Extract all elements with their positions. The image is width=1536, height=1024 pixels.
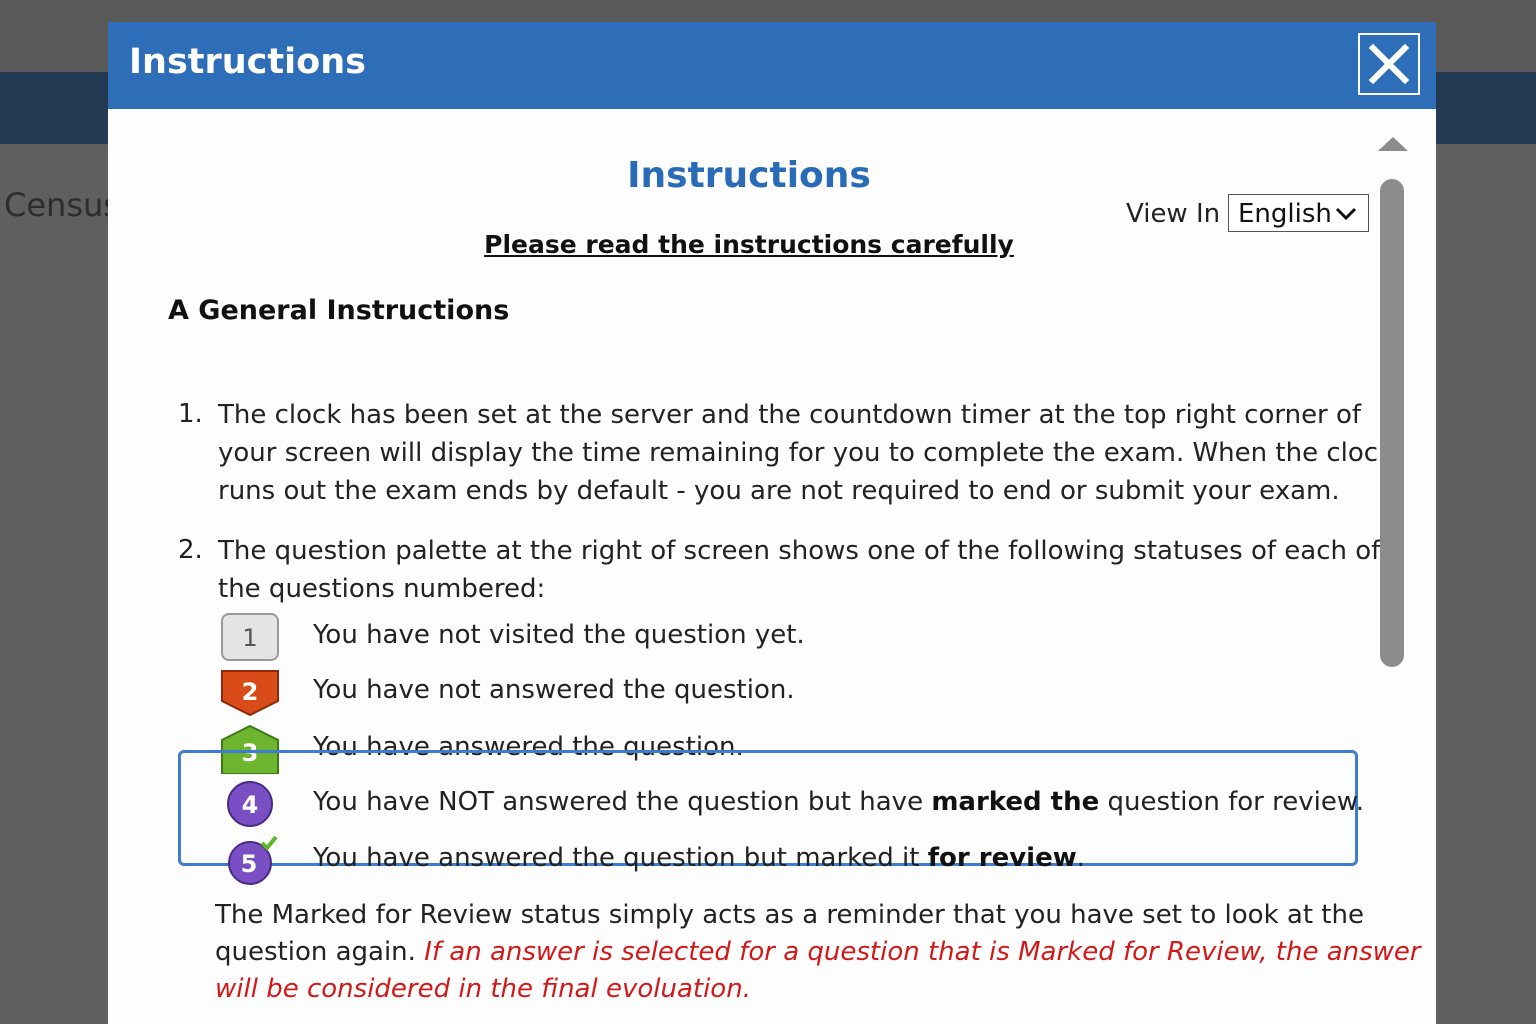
warning-text: will be considered in the final evoluati… <box>215 974 751 1004</box>
status-badge-marked-for-review: 4 <box>218 779 280 829</box>
status-text-bold: for review <box>927 843 1077 873</box>
instructions-modal: Instructions Instructions View In Englis… <box>108 22 1436 1024</box>
text-plain: question again. <box>215 937 425 967</box>
status-text: You have NOT answered the question but h… <box>313 787 1364 817</box>
text-line: the questions numbered: <box>218 574 546 604</box>
status-row-not-answered: 2 You have not answered the question. <box>218 667 1358 717</box>
modal-content: Instructions View In English Please read… <box>108 109 1436 1024</box>
status-text-bold: marked the <box>931 787 1100 817</box>
vertical-scrollbar[interactable] <box>1370 117 1414 1024</box>
list-item-1-text: The clock has been set at the server and… <box>218 396 1394 510</box>
review-note: The Marked for Review status simply acts… <box>215 897 1421 1008</box>
status-row-not-visited: 1 You have not visited the question yet. <box>218 612 1358 662</box>
text-line: runs out the exam ends by default - you … <box>218 476 1340 506</box>
status-text-plain: You have answered the question but marke… <box>313 843 928 873</box>
close-icon <box>1368 43 1410 85</box>
chevron-down-icon <box>1335 207 1357 221</box>
status-text-plain: . <box>1076 843 1086 873</box>
warning-text: If an answer is selected for a question … <box>424 937 1421 967</box>
language-selected-value: English <box>1238 199 1332 229</box>
scrollbar-thumb[interactable] <box>1380 179 1404 667</box>
text-line: The question palette at the right of scr… <box>218 536 1381 566</box>
status-text: You have answered the question but marke… <box>313 843 1085 873</box>
instructions-subtitle: Please read the instructions carefully <box>484 230 1014 259</box>
scroll-up-arrow-icon[interactable] <box>1378 135 1408 153</box>
text-line: question again. If an answer is selected… <box>215 934 1421 971</box>
close-button[interactable] <box>1358 33 1420 95</box>
status-badge-answered-marked-for-review: 5 <box>218 835 280 885</box>
list-item-2-text: The question palette at the right of scr… <box>218 532 1381 608</box>
modal-header: Instructions <box>108 22 1436 109</box>
background-census-label: Census <box>4 186 120 224</box>
text-line: The Marked for Review status simply acts… <box>215 900 1364 930</box>
status-badge-not-answered: 2 <box>218 667 280 717</box>
badge-number: 4 <box>242 791 259 819</box>
text-line: The clock has been set at the server and… <box>218 400 1362 430</box>
badge-number: 1 <box>242 624 257 652</box>
text-line: your screen will display the time remain… <box>218 438 1394 468</box>
section-title: A General Instructions <box>168 295 510 326</box>
status-text: You have not visited the question yet. <box>313 620 805 650</box>
page-heading: Instructions <box>627 155 871 196</box>
view-in-label: View In <box>1126 199 1221 229</box>
status-row-answered-marked-for-review: 5 You have answered the question but mar… <box>218 835 1358 885</box>
list-item-number: 1. <box>178 399 203 429</box>
badge-number: 5 <box>241 850 258 878</box>
language-select[interactable]: English <box>1228 194 1369 232</box>
badge-number: 2 <box>242 678 259 706</box>
checkmark-icon <box>260 835 278 851</box>
list-item-number: 2. <box>178 535 203 565</box>
modal-title: Instructions <box>129 42 366 82</box>
status-text-plain: question for review. <box>1099 787 1365 817</box>
status-badge-not-visited: 1 <box>218 612 280 662</box>
status-text-plain: You have NOT answered the question but h… <box>313 787 932 817</box>
status-row-marked-for-review: 4 You have NOT answered the question but… <box>218 779 1364 829</box>
status-text: You have not answered the question. <box>313 675 795 705</box>
